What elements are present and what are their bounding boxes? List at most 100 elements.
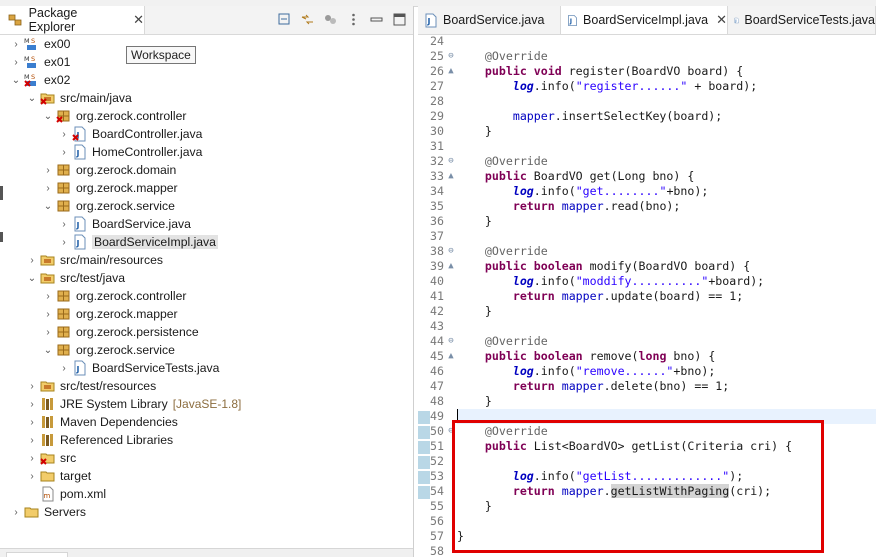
chevron-right-icon[interactable]: › xyxy=(26,381,38,392)
tree-item[interactable]: ⌄ org.zerock.service xyxy=(0,197,413,215)
close-icon[interactable]: ✕ xyxy=(133,12,144,28)
tree-item[interactable]: › J HomeController.java xyxy=(0,143,413,161)
package-icon xyxy=(56,306,72,322)
code-line[interactable]: 33 ▲ public BoardVO get(Long bno) { xyxy=(418,169,876,184)
tree-item[interactable]: › src/main/resources xyxy=(0,251,413,269)
bottom-panel-tab[interactable] xyxy=(6,552,68,557)
tree-item[interactable]: › JRE System Library [JavaSE-1.8] xyxy=(0,395,413,413)
chevron-right-icon[interactable]: › xyxy=(26,471,38,482)
tab-package-explorer[interactable]: Package Explorer ✕ xyxy=(0,6,145,34)
chevron-right-icon[interactable]: › xyxy=(58,237,70,248)
tree-item[interactable]: ⌄ org.zerock.controller xyxy=(0,107,413,125)
close-icon[interactable]: ✕ xyxy=(716,12,727,28)
tree-item[interactable]: ›J BoardController.java xyxy=(0,125,413,143)
fold-collapse-icon[interactable]: ⊖ xyxy=(445,154,457,169)
chevron-right-icon[interactable]: › xyxy=(42,327,54,338)
tree-item[interactable]: › J BoardService.java xyxy=(0,215,413,233)
chevron-right-icon[interactable]: › xyxy=(58,129,70,140)
tree-item[interactable]: › org.zerock.mapper xyxy=(0,179,413,197)
chevron-right-icon[interactable]: › xyxy=(42,309,54,320)
chevron-right-icon[interactable]: › xyxy=(58,219,70,230)
filters-icon[interactable] xyxy=(323,12,338,27)
chevron-down-icon[interactable]: ⌄ xyxy=(42,201,54,212)
chevron-right-icon[interactable]: › xyxy=(26,255,38,266)
editor-tab[interactable]: J BoardServiceTests.java xyxy=(728,6,876,34)
chevron-down-icon[interactable]: ⌄ xyxy=(42,111,54,122)
tree-item[interactable]: › Servers xyxy=(0,503,413,521)
svg-text:J: J xyxy=(427,17,431,26)
code-line[interactable]: 44 ⊖ @Override xyxy=(418,334,876,349)
collapse-all-icon[interactable] xyxy=(277,12,292,27)
code-line[interactable]: 26 ▲ public void register(BoardVO board) … xyxy=(418,64,876,79)
chevron-right-icon[interactable]: › xyxy=(10,57,22,68)
fold-collapse-icon[interactable]: ⊖ xyxy=(445,244,457,259)
chevron-right-icon[interactable]: › xyxy=(42,183,54,194)
editor-tab[interactable]: J BoardServiceImpl.java ✕ xyxy=(561,6,728,34)
tree-item[interactable]: ⌄ src/main/java xyxy=(0,89,413,107)
maximize-icon[interactable] xyxy=(392,12,407,27)
view-menu-icon[interactable] xyxy=(346,12,361,27)
code-line[interactable]: 39 ▲ public boolean modify(BoardVO board)… xyxy=(418,259,876,274)
code-line[interactable]: 28 xyxy=(418,94,876,109)
code-line[interactable]: 30 } xyxy=(418,124,876,139)
tree-item[interactable]: › org.zerock.domain xyxy=(0,161,413,179)
tree-item[interactable]: ⌄ M Sex02 xyxy=(0,71,413,89)
tree-item[interactable]: › Maven Dependencies xyxy=(0,413,413,431)
chevron-right-icon[interactable]: › xyxy=(26,417,38,428)
code-line[interactable]: 36 } xyxy=(418,214,876,229)
tree-item[interactable]: ⌄ src/test/java xyxy=(0,269,413,287)
code-line[interactable]: 29 mapper.insertSelectKey(board); xyxy=(418,109,876,124)
chevron-down-icon[interactable]: ⌄ xyxy=(26,273,38,284)
code-line[interactable]: 25 ⊖ @Override xyxy=(418,49,876,64)
chevron-down-icon[interactable]: ⌄ xyxy=(10,75,22,86)
code-token: mapper xyxy=(561,379,604,393)
code-line[interactable]: 45 ▲ public boolean remove(long bno) { xyxy=(418,349,876,364)
code-line[interactable]: 34 log.info("get........"+bno); xyxy=(418,184,876,199)
editor-tabbar: J BoardService.java J BoardServiceImpl.java… xyxy=(418,6,876,35)
tree-item[interactable]: › org.zerock.controller xyxy=(0,287,413,305)
chevron-right-icon[interactable]: › xyxy=(26,453,38,464)
chevron-right-icon[interactable]: › xyxy=(26,399,38,410)
tree-item[interactable]: › M Sex01 xyxy=(0,53,413,71)
tree-item[interactable]: › J BoardServiceTests.java xyxy=(0,359,413,377)
tree-item[interactable]: › org.zerock.persistence xyxy=(0,323,413,341)
code-line[interactable]: 46 log.info("remove......"+bno); xyxy=(418,364,876,379)
tree-item[interactable]: › M Sex00 xyxy=(0,35,413,53)
code-line[interactable]: 48 } xyxy=(418,394,876,409)
tree-item[interactable]: › Referenced Libraries xyxy=(0,431,413,449)
minimize-icon[interactable] xyxy=(369,12,384,27)
code-line[interactable]: 41 return mapper.update(board) == 1; xyxy=(418,289,876,304)
code-line[interactable]: 43 xyxy=(418,319,876,334)
tree-item[interactable]: › org.zerock.mapper xyxy=(0,305,413,323)
code-line[interactable]: 31 xyxy=(418,139,876,154)
chevron-right-icon[interactable]: › xyxy=(10,507,22,518)
code-line[interactable]: 47 return mapper.delete(bno) == 1; xyxy=(418,379,876,394)
code-text: @Override xyxy=(457,49,548,64)
chevron-right-icon[interactable]: › xyxy=(42,165,54,176)
code-line[interactable]: 37 xyxy=(418,229,876,244)
tree-item[interactable]: › J BoardServiceImpl.java xyxy=(0,233,413,251)
editor-tab[interactable]: J BoardService.java xyxy=(418,6,561,34)
code-line[interactable]: 27 log.info("register......" + board); xyxy=(418,79,876,94)
fold-collapse-icon[interactable]: ⊖ xyxy=(445,49,457,64)
chevron-right-icon[interactable]: › xyxy=(42,291,54,302)
chevron-right-icon[interactable]: › xyxy=(58,147,70,158)
code-line[interactable]: 40 log.info("moddify.........."+board); xyxy=(418,274,876,289)
tree-item[interactable]: m pom.xml xyxy=(0,485,413,503)
chevron-down-icon[interactable]: ⌄ xyxy=(42,345,54,356)
code-line[interactable]: 42 } xyxy=(418,304,876,319)
chevron-right-icon[interactable]: › xyxy=(26,435,38,446)
tree-item[interactable]: › target xyxy=(0,467,413,485)
code-line[interactable]: 38 ⊖ @Override xyxy=(418,244,876,259)
chevron-right-icon[interactable]: › xyxy=(10,39,22,50)
tree-item[interactable]: › src/test/resources xyxy=(0,377,413,395)
chevron-right-icon[interactable]: › xyxy=(58,363,70,374)
link-with-editor-icon[interactable] xyxy=(300,12,315,27)
tree-item[interactable]: ⌄ org.zerock.service xyxy=(0,341,413,359)
code-line[interactable]: 24 xyxy=(418,34,876,49)
code-line[interactable]: 35 return mapper.read(bno); xyxy=(418,199,876,214)
chevron-down-icon[interactable]: ⌄ xyxy=(26,93,38,104)
tree-item[interactable]: › src xyxy=(0,449,413,467)
code-line[interactable]: 32 ⊖ @Override xyxy=(418,154,876,169)
fold-collapse-icon[interactable]: ⊖ xyxy=(445,334,457,349)
